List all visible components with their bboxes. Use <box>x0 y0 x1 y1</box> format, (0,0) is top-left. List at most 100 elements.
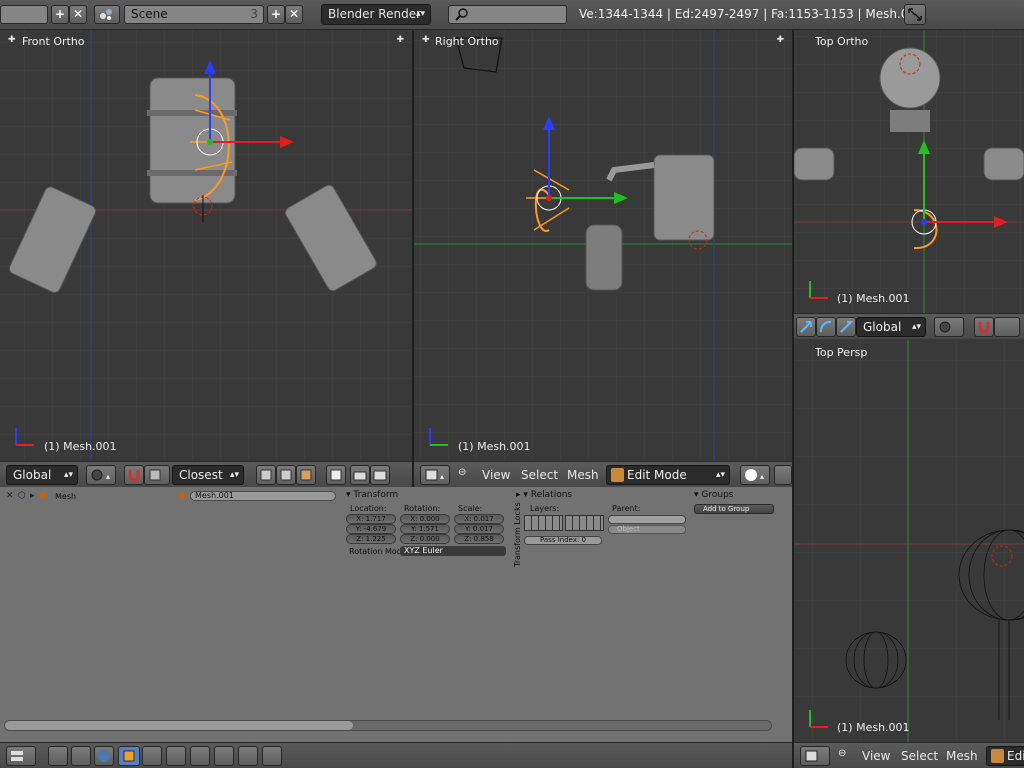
parent-field[interactable] <box>608 515 686 524</box>
particles-tab-icon[interactable] <box>262 746 282 766</box>
active-object-label: (1) Mesh.001 <box>458 440 531 453</box>
translate-manipulator-icon[interactable] <box>796 317 816 337</box>
render-camera-icon[interactable] <box>350 465 370 485</box>
render-animation-icon[interactable] <box>370 465 390 485</box>
rotation-mode-label: Rotation Mod <box>349 547 402 556</box>
menu-mesh[interactable]: Mesh <box>946 749 978 763</box>
edge-select-icon[interactable] <box>276 465 296 485</box>
viewport-corner-icon[interactable]: ✚ <box>776 35 784 45</box>
location-z-field[interactable]: Z: 1.225 <box>346 534 396 544</box>
viewport-shading-icon[interactable]: ▴ <box>740 465 770 485</box>
screen-layout-field[interactable] <box>0 5 48 24</box>
object-icon: ● <box>178 491 186 501</box>
add-screen-icon[interactable]: + <box>51 5 69 24</box>
material-tab-icon[interactable] <box>214 746 234 766</box>
modifiers-tab-icon[interactable] <box>166 746 186 766</box>
top-ortho-viewport[interactable]: Top Ortho (1) Mesh.001 <box>794 30 1024 313</box>
dropdown-arrows-icon: ▴▾ <box>911 322 921 332</box>
add-scene-icon[interactable]: + <box>267 5 285 24</box>
occlude-geometry-icon[interactable] <box>326 465 346 485</box>
snap-element-icon[interactable] <box>144 465 170 485</box>
active-object-label: (1) Mesh.001 <box>837 721 910 734</box>
menu-view[interactable]: View <box>482 468 510 482</box>
viewport-corner-icon[interactable]: ✚ <box>396 35 404 45</box>
scale-y-field[interactable]: Y: 0.017 <box>454 524 504 534</box>
panel-title: Groups <box>701 490 734 500</box>
pass-index-field[interactable]: Pass Index: 0 <box>524 536 602 545</box>
world-tab-icon[interactable] <box>94 746 114 766</box>
delete-scene-icon[interactable]: ✕ <box>285 5 303 24</box>
editor-type-icon[interactable] <box>6 746 36 766</box>
scene-icon[interactable] <box>94 5 120 24</box>
rotation-y-field[interactable]: Y: 1.571 <box>400 524 450 534</box>
menu-view[interactable]: View <box>862 749 890 763</box>
scale-x-field[interactable]: X: 0.017 <box>454 514 504 524</box>
scale-manipulator-icon[interactable] <box>836 317 856 337</box>
pivot-point-icon[interactable] <box>934 317 964 337</box>
texture-tab-icon[interactable] <box>238 746 258 766</box>
menu-select[interactable]: Select <box>901 749 938 763</box>
viewport-title: Top Ortho <box>815 35 869 48</box>
menu-mesh[interactable]: Mesh <box>567 468 599 482</box>
vertex-select-icon[interactable] <box>256 465 276 485</box>
active-object-label: (1) Mesh.001 <box>837 292 910 305</box>
active-object-label: (1) Mesh.001 <box>44 440 117 453</box>
delete-screen-icon[interactable]: ✕ <box>69 5 87 24</box>
mesh-data-icon: ⬡ <box>18 491 26 501</box>
horizontal-scrollbar-track[interactable] <box>4 720 772 731</box>
pin-icon[interactable]: ✕ <box>6 491 14 501</box>
groups-panel-header[interactable]: ▾ Groups <box>694 490 733 500</box>
layers-grid-b[interactable] <box>565 515 604 531</box>
right-ortho-viewport[interactable]: ✚ Right Ortho ✚ (1) Mesh.001 <box>414 30 792 461</box>
transform-panel-header[interactable]: ▾ Transform <box>346 490 398 500</box>
rotation-z-field[interactable]: Z: 0.000 <box>400 534 450 544</box>
object-tab-icon[interactable] <box>118 746 140 766</box>
rotation-mode-dropdown[interactable]: XYZ Euler <box>400 546 506 556</box>
snap-magnet-icon[interactable] <box>124 465 144 485</box>
constraints-tab-icon[interactable] <box>142 746 162 766</box>
parent-type-dropdown[interactable]: Object <box>608 525 686 534</box>
mode-dropdown[interactable]: Edit <box>986 746 1024 766</box>
editor-type-icon[interactable] <box>800 746 830 766</box>
horizontal-scrollbar-thumb[interactable] <box>5 721 353 730</box>
dropdown-arrows-icon: ▴▾ <box>715 470 725 480</box>
data-tab-icon[interactable] <box>190 746 210 766</box>
scale-z-field[interactable]: Z: 0.858 <box>454 534 504 544</box>
snap-element-icon[interactable] <box>994 317 1020 337</box>
scene-tab-icon[interactable] <box>71 746 91 766</box>
transform-locks-tab[interactable]: Transform Locks <box>513 502 522 567</box>
pivot-point-icon[interactable]: ▴ <box>86 465 116 485</box>
viewport-corner-icon[interactable]: ✚ <box>422 35 430 45</box>
orientation-dropdown[interactable]: Global ▴▾ <box>856 317 926 337</box>
layers-grid-a[interactable] <box>524 515 563 531</box>
snap-target-dropdown[interactable]: Closest ▴▾ <box>172 465 244 485</box>
location-x-field[interactable]: X: 1.717 <box>346 514 396 524</box>
rotate-manipulator-icon[interactable] <box>816 317 836 337</box>
collapse-menu-icon[interactable]: ⊖ <box>838 748 846 759</box>
top-persp-viewport[interactable]: Top Persp (1) Mesh.001 <box>794 340 1024 742</box>
search-field[interactable] <box>448 5 567 24</box>
fullscreen-icon[interactable] <box>904 4 926 25</box>
editor-type-icon[interactable]: ▴ <box>420 465 450 485</box>
front-ortho-viewport[interactable]: ✚ Front Ortho ✚ (1) Mesh.001 <box>0 30 412 461</box>
mode-dropdown[interactable]: Edit Mode ▴▾ <box>606 465 730 485</box>
persp-viewport-header: ⊖ View Select Mesh Edit <box>794 742 1024 768</box>
render-tab-icon[interactable] <box>48 746 68 766</box>
orientation-dropdown[interactable]: Global ▴▾ <box>6 465 78 485</box>
add-to-group-button[interactable]: Add to Group <box>694 504 774 514</box>
menu-select[interactable]: Select <box>521 468 558 482</box>
render-engine-dropdown[interactable]: Blender Render ▴▾ <box>321 4 431 25</box>
scene-name-field[interactable]: Scene 3 <box>124 5 264 24</box>
pivot-point-icon[interactable] <box>774 465 792 485</box>
right-viewport-grid <box>414 30 792 461</box>
relations-panel-header[interactable]: ▸ ▾ Relations <box>516 490 572 500</box>
properties-editor: ✕ ⬡ ▸ ● Mesh ● Mesh.001 ▾ Transform Loca… <box>0 487 792 742</box>
viewport-corner-icon[interactable]: ✚ <box>8 35 16 45</box>
collapse-menu-icon[interactable]: ⊖ <box>458 467 466 478</box>
location-y-field[interactable]: Y: -4.679 <box>346 524 396 534</box>
object-name-field[interactable]: Mesh.001 <box>190 491 336 501</box>
snap-magnet-icon[interactable] <box>974 317 994 337</box>
scene-users-count: 3 <box>250 7 258 21</box>
face-select-icon[interactable] <box>296 465 316 485</box>
rotation-x-field[interactable]: X: 0.000 <box>400 514 450 524</box>
